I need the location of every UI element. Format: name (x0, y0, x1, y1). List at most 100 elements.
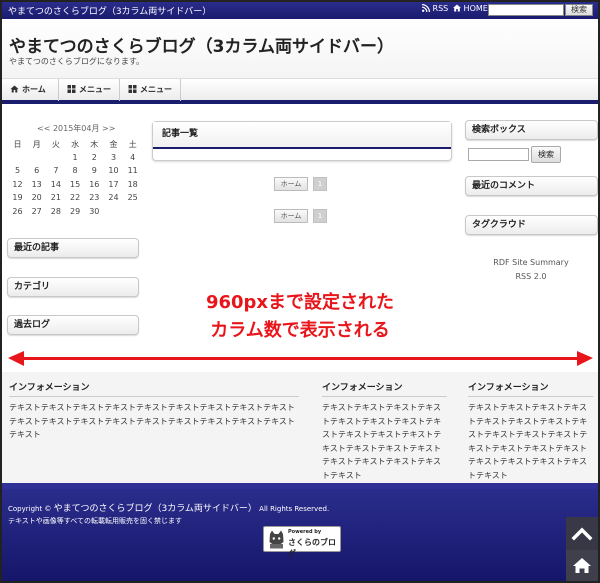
rdf-link[interactable]: RDF Site Summary (468, 256, 594, 270)
footer-widget-title: インフォメーション (468, 380, 593, 397)
copyright-prefix: Copyright © (8, 505, 54, 513)
calendar-day: 14 (50, 179, 61, 189)
calendar-day: 2 (91, 152, 97, 162)
calendar-weekday: 金 (109, 140, 118, 149)
home-link[interactable]: HOME (453, 4, 488, 13)
rss-label: RSS (432, 4, 449, 13)
footer-widget-text: テキストテキストテキストテキストテキストテキストテキストテキストテキストテキスト… (468, 403, 588, 480)
annotation-line-2: カラム数で表示される (210, 320, 390, 341)
copyright-notice: テキストや画像等すべての転載転用販売を固く禁じます (8, 517, 183, 525)
nav-item-home[interactable]: ホーム (2, 79, 59, 101)
calendar-day: 10 (108, 166, 119, 176)
home-icon (453, 4, 461, 12)
calendar-day: 17 (108, 179, 119, 189)
top-bar-title[interactable]: やまてつのさくらブログ（3カラム両サイドバー） (8, 4, 211, 17)
search-box-widget: 検索ボックス (465, 120, 598, 140)
footer-widget-title: インフォメーション (9, 380, 299, 397)
calendar-day: 28 (50, 207, 61, 216)
calendar-weekday: 木 (90, 140, 99, 149)
calendar-day: 1 (72, 152, 78, 162)
calendar-header[interactable]: << 2015年04月 >> (37, 123, 115, 134)
article-list-box: 記事一覧 (152, 121, 452, 161)
annotation-line-1: 960pxまで設定された (205, 292, 395, 313)
cat-logo-icon (269, 530, 284, 549)
rss-icon (421, 4, 430, 13)
pager-page-current: 1 (313, 177, 327, 191)
copyright-suffix: All Rights Reserved. (256, 505, 330, 513)
calendar-day: 12 (12, 179, 23, 189)
recent-articles-widget: 最近の記事 (7, 238, 139, 258)
recent-comments-widget: 最近のコメント (465, 176, 598, 196)
pager-page-current-2: 1 (313, 209, 327, 223)
calendar-weekday: 水 (71, 140, 80, 149)
sakura-blog-badge[interactable]: Powered by さくらのブログ (263, 526, 341, 558)
arrow-left-icon (8, 351, 24, 366)
page-frame: やまてつのさくらブログ（3カラム両サイドバー） RSS HOME 検索 やまてつ… (0, 0, 600, 583)
article-list-title: 記事一覧 (153, 122, 451, 149)
calendar-day: 24 (108, 193, 119, 203)
calendar-weekday: 月 (32, 140, 41, 149)
grid-icon (128, 85, 137, 93)
calendar-day: 7 (53, 166, 59, 176)
calendar-day: 15 (70, 179, 81, 189)
nav-item-label: メニュー (79, 85, 111, 94)
grid-icon (67, 85, 76, 93)
sidebar-search-input[interactable] (468, 148, 529, 161)
calendar-day: 6 (34, 166, 40, 176)
footer-widget-1: インフォメーション テキストテキストテキストテキストテキストテキストテキストテキ… (9, 380, 299, 442)
calendar-day: 5 (14, 166, 21, 176)
calendar-day: 11 (127, 166, 138, 176)
footer-widget-text: テキストテキストテキストテキストテキストテキストテキストテキストテキストテキスト… (322, 403, 442, 480)
calendar-day: 27 (31, 207, 42, 216)
footer-widget-title: インフォメーション (322, 380, 447, 397)
calendar-day: 21 (50, 193, 61, 203)
calendar-day: 9 (91, 166, 97, 176)
nav-item-menu-2[interactable]: メニュー (120, 79, 181, 101)
copyright-site-name[interactable]: やまてつのさくらブログ（3カラム両サイドバー） (54, 504, 257, 514)
calendar-day: 23 (89, 193, 100, 203)
footer-widget-text: テキストテキストテキストテキストテキストテキストテキストテキストテキストテキスト… (9, 403, 295, 439)
rss-link[interactable]: RSS (421, 4, 449, 13)
copyright: Copyright © やまてつのさくらブログ（3カラム両サイドバー） All … (8, 501, 329, 514)
calendar-day: 8 (72, 166, 78, 176)
pager-home-button-2[interactable]: ホーム (274, 209, 308, 223)
feed-links: RDF Site Summary RSS 2.0 (468, 256, 594, 284)
calendar-day: 25 (127, 193, 138, 203)
calendar-day: 30 (89, 207, 100, 216)
go-home-button[interactable] (566, 550, 598, 581)
home-icon (573, 558, 591, 573)
home-icon (10, 85, 19, 93)
footer-widget-3: インフォメーション テキストテキストテキストテキストテキストテキストテキストテキ… (468, 380, 593, 482)
global-nav: ホーム メニュー メニュー (2, 78, 598, 104)
rss2-link[interactable]: RSS 2.0 (468, 270, 594, 284)
back-to-top-button[interactable] (566, 517, 598, 550)
sidebar-search-button[interactable]: 検索 (531, 146, 561, 163)
annotation-arrow-line (22, 357, 578, 360)
arrow-right-icon (577, 351, 593, 366)
calendar-day: 4 (130, 152, 136, 162)
calendar-day: 20 (31, 193, 42, 203)
tag-cloud-widget: タグクラウド (465, 215, 598, 235)
annotation-text: 960pxまで設定された カラム数で表示される (2, 289, 598, 345)
calendar-day: 29 (70, 207, 81, 216)
site-title[interactable]: やまてつのさくらブログ（3カラム両サイドバー） (9, 32, 394, 57)
site-header: やまてつのさくらブログ（3カラム両サイドバー） やまてつのさくらブログになります… (2, 19, 598, 78)
top-search-button[interactable]: 検索 (565, 4, 593, 16)
home-label: HOME (463, 4, 488, 13)
nav-item-menu-1[interactable]: メニュー (59, 79, 120, 101)
calendar-weekday: 日 (13, 140, 22, 149)
top-bar: やまてつのさくらブログ（3カラム両サイドバー） RSS HOME 検索 (2, 2, 598, 19)
footer-widget-2: インフォメーション テキストテキストテキストテキストテキストテキストテキストテキ… (322, 380, 447, 482)
calendar-day: 26 (12, 207, 23, 216)
badge-name: さくらのブログ (288, 538, 336, 558)
calendar-day: 18 (127, 179, 138, 189)
calendar-day: 19 (12, 193, 23, 203)
calendar-day: 3 (110, 152, 117, 162)
footer-widgets: インフォメーション テキストテキストテキストテキストテキストテキストテキストテキ… (2, 372, 598, 483)
calendar-day: 13 (31, 179, 42, 189)
badge-powered-text: Powered by (288, 529, 322, 535)
chevron-up-icon (571, 527, 593, 541)
calendar-day: 22 (70, 193, 81, 203)
top-search-input[interactable] (488, 4, 564, 16)
pager-home-button[interactable]: ホーム (274, 177, 308, 191)
